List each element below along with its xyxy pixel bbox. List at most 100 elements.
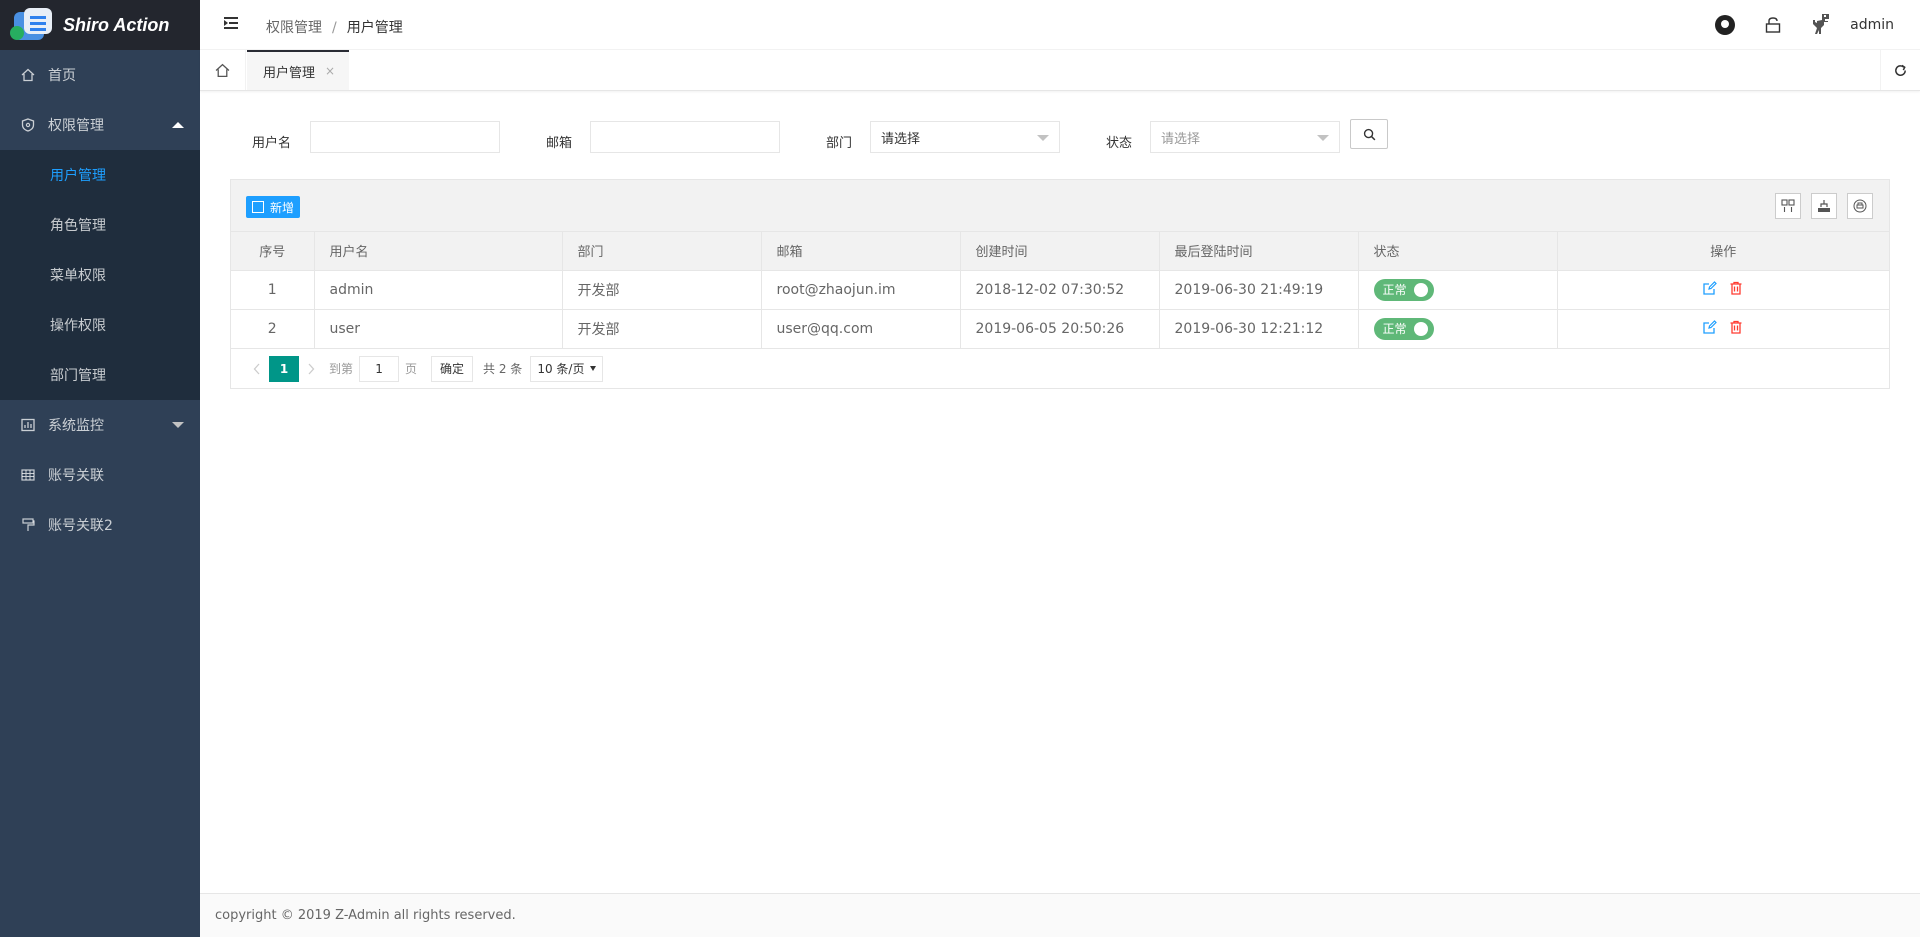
col-index[interactable]: 序号	[231, 232, 315, 271]
edit-icon[interactable]	[1703, 280, 1718, 299]
col-created[interactable]: 创建时间	[960, 232, 1160, 271]
cell-index: 2	[231, 309, 315, 349]
avatar[interactable]	[1808, 12, 1834, 38]
user-table: 序号 用户名 部门 邮箱 创建时间 最后登陆时间 状态 操作 1 admin 开…	[231, 232, 1889, 349]
goto-page-input[interactable]	[359, 355, 400, 382]
home-icon	[20, 67, 36, 83]
breadcrumb-item[interactable]: 权限管理	[266, 20, 322, 36]
sidebar-item-label: 账号关联2	[48, 518, 113, 534]
sidebar-item-menu-perms[interactable]: 菜单权限	[0, 250, 200, 300]
table-toolbar: 新增	[231, 180, 1889, 232]
status-toggle-label: 正常	[1382, 322, 1407, 336]
search-form: 用户名 邮箱 部门 请选择 状态 请选择	[200, 92, 1920, 176]
user-name[interactable]: admin	[1850, 17, 1894, 33]
cell-status: 正常	[1358, 270, 1558, 310]
delete-icon[interactable]	[1729, 320, 1743, 338]
close-icon[interactable]: ×	[325, 64, 335, 78]
table-icon	[20, 467, 36, 483]
refresh-icon[interactable]	[1880, 50, 1920, 90]
status-toggle[interactable]: 正常	[1373, 278, 1434, 301]
tab-users[interactable]: 用户管理 ×	[247, 50, 350, 90]
edit-icon[interactable]	[1703, 319, 1718, 338]
chevron-down-icon	[1037, 135, 1049, 141]
github-icon[interactable]	[1712, 12, 1738, 38]
dept-select-value: 请选择	[881, 131, 921, 147]
user-table-card: 新增 序号 用户名 部门 邮箱 创建时间 最后登陆时间 状态 操作 1 admi…	[230, 179, 1890, 389]
page-number[interactable]: 1	[269, 355, 299, 382]
sidebar-item-permissions[interactable]: 权限管理	[0, 100, 200, 150]
sidebar-item-label: 权限管理	[48, 118, 104, 134]
col-actions[interactable]: 操作	[1557, 232, 1889, 271]
sidebar-item-label: 系统监控	[48, 418, 104, 434]
prev-page-icon[interactable]	[245, 356, 269, 382]
page-label: 页	[405, 362, 418, 376]
table-row: 1 admin 开发部 root@zhaojun.im 2018-12-02 0…	[231, 270, 1889, 310]
table-row: 2 user 开发部 user@qq.com 2019-06-05 20:50:…	[231, 309, 1889, 349]
tab-label: 用户管理	[263, 65, 316, 81]
sidebar-item-depts[interactable]: 部门管理	[0, 350, 200, 400]
footer: copyright © 2019 Z-Admin all rights rese…	[200, 893, 1920, 937]
cell-dept: 开发部	[562, 270, 762, 310]
goto-confirm-button[interactable]: 确定	[431, 355, 474, 382]
username-input[interactable]	[310, 121, 500, 153]
logo-icon	[10, 6, 55, 44]
username-label: 用户名	[252, 136, 292, 151]
delete-icon[interactable]	[1729, 281, 1743, 299]
copyright-text: copyright © 2019 Z-Admin all rights rese…	[215, 908, 516, 923]
status-select-value: 请选择	[1161, 131, 1201, 147]
sidebar-item-label: 账号关联	[48, 468, 104, 484]
page-size-select[interactable]: 10 条/页	[530, 355, 604, 382]
sidebar-item-op-perms[interactable]: 操作权限	[0, 300, 200, 350]
menu-collapse-icon[interactable]	[224, 16, 240, 32]
add-user-button[interactable]: 新增	[246, 196, 301, 218]
sidebar-item-roles[interactable]: 角色管理	[0, 200, 200, 250]
cell-username: admin	[314, 270, 563, 310]
email-label: 邮箱	[546, 136, 573, 151]
shield-icon	[20, 117, 36, 133]
goto-label: 到第	[329, 362, 354, 376]
status-toggle-label: 正常	[1382, 283, 1407, 297]
home-tab-icon[interactable]	[200, 50, 246, 90]
cell-dept: 开发部	[562, 309, 762, 349]
tab-bar: 用户管理 ×	[200, 50, 1920, 91]
logo[interactable]: Shiro Action	[0, 0, 200, 50]
chevron-down-icon	[590, 366, 597, 371]
cell-email: user@qq.com	[761, 309, 961, 349]
sidebar-item-home[interactable]: 首页	[0, 50, 200, 100]
search-icon	[1363, 128, 1375, 140]
sidebar-item-monitor[interactable]: 系统监控	[0, 400, 200, 450]
export-icon[interactable]	[1811, 193, 1837, 219]
sidebar-item-users[interactable]: 用户管理	[0, 150, 200, 200]
sidebar-item-label: 首页	[48, 68, 76, 84]
col-last-login[interactable]: 最后登陆时间	[1159, 232, 1359, 271]
status-toggle[interactable]: 正常	[1373, 317, 1434, 340]
cell-email: root@zhaojun.im	[761, 270, 961, 310]
brush-icon	[20, 517, 36, 533]
col-email[interactable]: 邮箱	[761, 232, 961, 271]
add-label: 新增	[270, 200, 295, 215]
chevron-down-icon	[1317, 135, 1329, 141]
print-icon[interactable]	[1847, 193, 1873, 219]
cell-created: 2019-06-05 20:50:26	[960, 309, 1160, 349]
col-username[interactable]: 用户名	[314, 232, 563, 271]
next-page-icon[interactable]	[299, 356, 323, 382]
columns-filter-icon[interactable]	[1775, 193, 1801, 219]
dept-label: 部门	[826, 136, 853, 151]
sidebar-item-accounts2[interactable]: 账号关联2	[0, 500, 200, 550]
col-status[interactable]: 状态	[1358, 232, 1558, 271]
cell-created: 2018-12-02 07:30:52	[960, 270, 1160, 310]
header: 权限管理 / 用户管理 admin	[200, 0, 1920, 50]
cell-last-login: 2019-06-30 21:49:19	[1159, 270, 1359, 310]
sidebar-item-accounts[interactable]: 账号关联	[0, 450, 200, 500]
search-button[interactable]	[1350, 119, 1388, 149]
email-input[interactable]	[590, 121, 780, 153]
chevron-down-icon	[172, 422, 184, 428]
dept-select[interactable]: 请选择	[870, 121, 1060, 153]
table-header-row: 序号 用户名 部门 邮箱 创建时间 最后登陆时间 状态 操作	[231, 232, 1889, 271]
cell-username: user	[314, 309, 563, 349]
breadcrumb: 权限管理 / 用户管理	[266, 20, 403, 36]
lock-icon[interactable]	[1760, 12, 1786, 38]
breadcrumb-current: 用户管理	[346, 20, 403, 36]
col-dept[interactable]: 部门	[562, 232, 762, 271]
status-select[interactable]: 请选择	[1150, 121, 1340, 153]
